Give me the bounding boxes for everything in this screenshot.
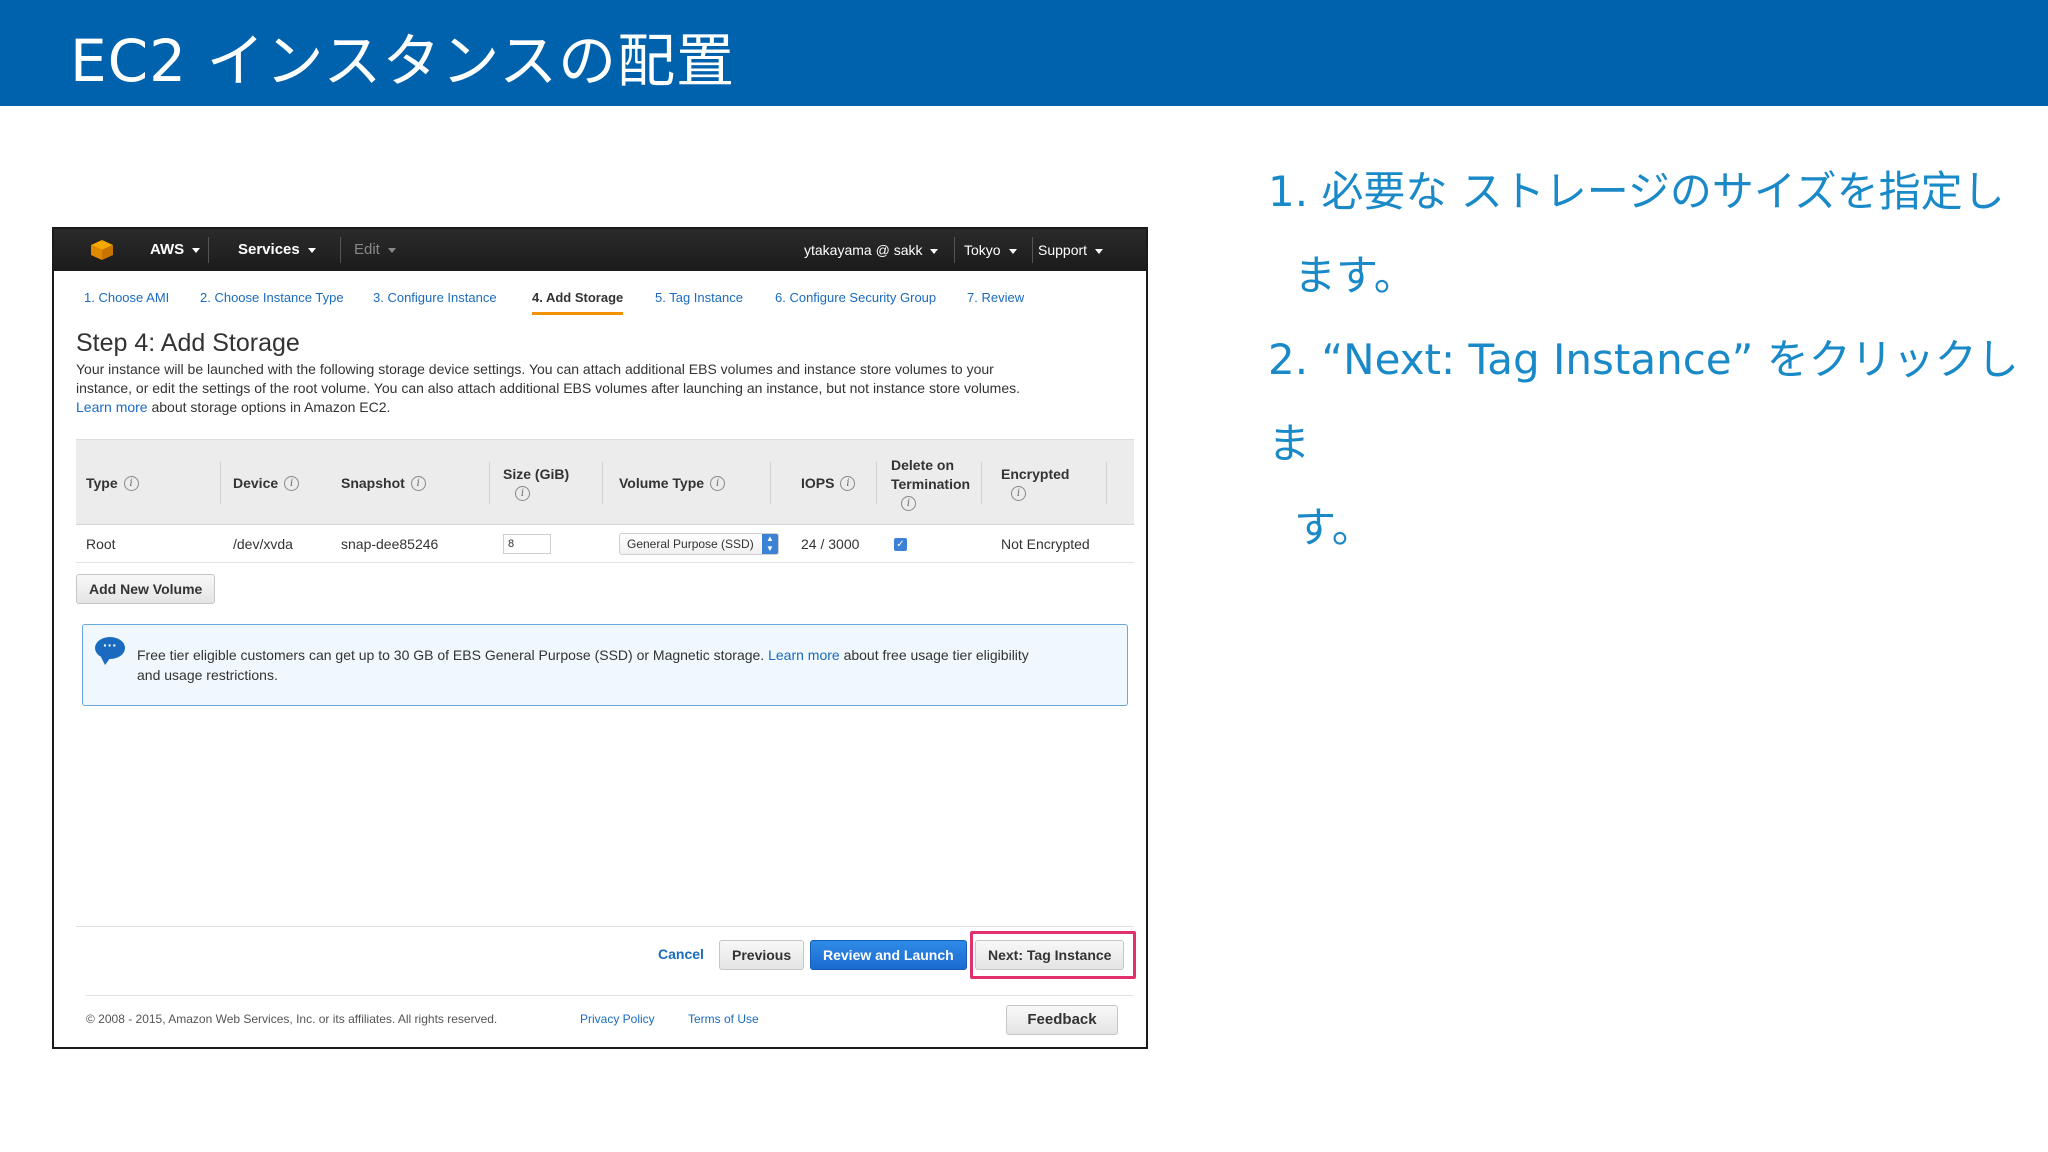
nav-divider (1032, 237, 1033, 263)
size-input[interactable]: 8 (503, 534, 551, 554)
chevron-down-icon (930, 248, 939, 254)
copyright-text: © 2008 - 2015, Amazon Web Services, Inc.… (86, 1012, 498, 1026)
aws-cube-icon[interactable] (90, 239, 114, 261)
chevron-down-icon (192, 247, 201, 253)
table-header: Type i Device i Snapshot i Size (GiB) i Volu… (76, 439, 1134, 525)
free-tier-info-box: ··· Free tier eligible customers can get… (82, 624, 1128, 706)
header-device: Device i (233, 440, 300, 526)
tab-choose-instance-type[interactable]: 2. Choose Instance Type (200, 281, 344, 315)
info-icon[interactable]: i (515, 486, 530, 501)
slide-title: EC2 インスタンスの配置 (70, 27, 736, 95)
header-snapshot: Snapshot i (341, 440, 426, 526)
aws-console-screenshot: AWS Services Edit ytakayama @ sakk Tokyo… (52, 227, 1148, 1049)
nav-divider (340, 237, 341, 263)
cell-iops: 24 / 3000 (801, 536, 860, 552)
previous-button[interactable]: Previous (719, 940, 805, 970)
tab-tag-instance[interactable]: 5. Tag Instance (655, 281, 743, 315)
actions-divider (76, 926, 1134, 927)
info-icon[interactable]: i (284, 476, 300, 492)
select-arrows-icon: ▲ ▼ (762, 534, 778, 554)
learn-more-link[interactable]: Learn more (76, 399, 148, 415)
info-icon[interactable]: i (123, 476, 139, 492)
free-tier-message: Free tier eligible customers can get up … (137, 647, 1029, 683)
tab-configure-instance[interactable]: 3. Configure Instance (373, 281, 497, 315)
chat-bubble-icon: ··· (95, 637, 125, 665)
header-volume-type: Volume Type i (619, 440, 726, 526)
cell-type: Root (86, 536, 116, 552)
review-and-launch-button[interactable]: Review and Launch (810, 940, 967, 970)
chevron-down-icon (387, 247, 396, 253)
user-menu[interactable]: ytakayama @ sakk (804, 229, 939, 271)
nav-divider (954, 237, 955, 263)
support-menu[interactable]: Support (1038, 229, 1104, 271)
add-new-volume-button[interactable]: Add New Volume (76, 574, 216, 604)
header-iops: IOPS i (801, 440, 856, 526)
cell-device: /dev/xvda (233, 536, 293, 552)
region-menu[interactable]: Tokyo (964, 229, 1017, 271)
slide-title-bar: EC2 インスタンスの配置 (0, 0, 2048, 106)
info-icon[interactable]: i (710, 476, 726, 492)
instruction-list: 1. 必要な ストレージのサイズを指定し ます。 2. “Next: Tag I… (1268, 150, 2028, 570)
info-icon[interactable]: i (901, 495, 916, 511)
tab-configure-security-group[interactable]: 6. Configure Security Group (775, 281, 936, 315)
chevron-down-icon (1008, 248, 1017, 254)
tab-choose-ami[interactable]: 1. Choose AMI (84, 281, 169, 315)
column-divider (981, 462, 982, 504)
info-icon[interactable]: i (1011, 486, 1026, 501)
delete-on-termination-checkbox[interactable]: ✓ (894, 538, 907, 551)
privacy-policy-link[interactable]: Privacy Policy (580, 1012, 655, 1026)
storage-table: Type i Device i Snapshot i Size (GiB) i Volu… (76, 439, 1134, 563)
column-divider (220, 462, 221, 504)
chevron-down-icon (1095, 248, 1104, 254)
table-row: Root /dev/xvda snap-dee85246 8 General P… (76, 525, 1134, 563)
step-title: Step 4: Add Storage (76, 329, 300, 357)
feedback-button[interactable]: Feedback (1006, 1005, 1118, 1035)
column-divider (876, 462, 877, 504)
instruction-1-line1: 1. 必要な ストレージのサイズを指定し (1268, 167, 2005, 216)
header-type: Type i (86, 440, 139, 526)
instruction-2-line2: す。 (1294, 503, 1374, 552)
cancel-button[interactable]: Cancel (646, 940, 716, 970)
volume-type-select[interactable]: General Purpose (SSD) ▲ ▼ (619, 533, 779, 555)
edit-menu[interactable]: Edit (354, 229, 396, 271)
chevron-down-icon (307, 247, 316, 253)
cell-snapshot: snap-dee85246 (341, 536, 439, 552)
info-icon[interactable]: i (840, 476, 856, 492)
column-divider (602, 462, 603, 504)
header-size: Size (GiB) i (503, 466, 570, 501)
header-delete-on-termination: Delete on Termination i (891, 456, 971, 511)
step-description: Your instance will be launched with the … (76, 361, 1021, 415)
column-divider (489, 462, 490, 504)
header-encrypted: Encrypted i (1001, 466, 1070, 501)
aws-menu[interactable]: AWS (150, 229, 201, 271)
nav-divider (208, 237, 209, 263)
instruction-1-line2: ます。 (1294, 251, 1416, 300)
footer-divider (86, 995, 1134, 996)
services-menu[interactable]: Services (238, 229, 316, 271)
terms-of-use-link[interactable]: Terms of Use (688, 1012, 759, 1026)
aws-top-nav: AWS Services Edit ytakayama @ sakk Tokyo… (54, 229, 1146, 271)
cell-encrypted: Not Encrypted (1001, 536, 1090, 552)
instruction-2-line1: 2. “Next: Tag Instance” をクリックしま (1268, 335, 2019, 468)
next-button-highlight (970, 931, 1136, 979)
column-divider (770, 462, 771, 504)
info-icon[interactable]: i (410, 476, 426, 492)
tab-review[interactable]: 7. Review (967, 281, 1024, 315)
column-divider (1106, 462, 1107, 504)
free-tier-learn-more-link[interactable]: Learn more (768, 647, 840, 663)
tab-add-storage[interactable]: 4. Add Storage (532, 281, 624, 315)
